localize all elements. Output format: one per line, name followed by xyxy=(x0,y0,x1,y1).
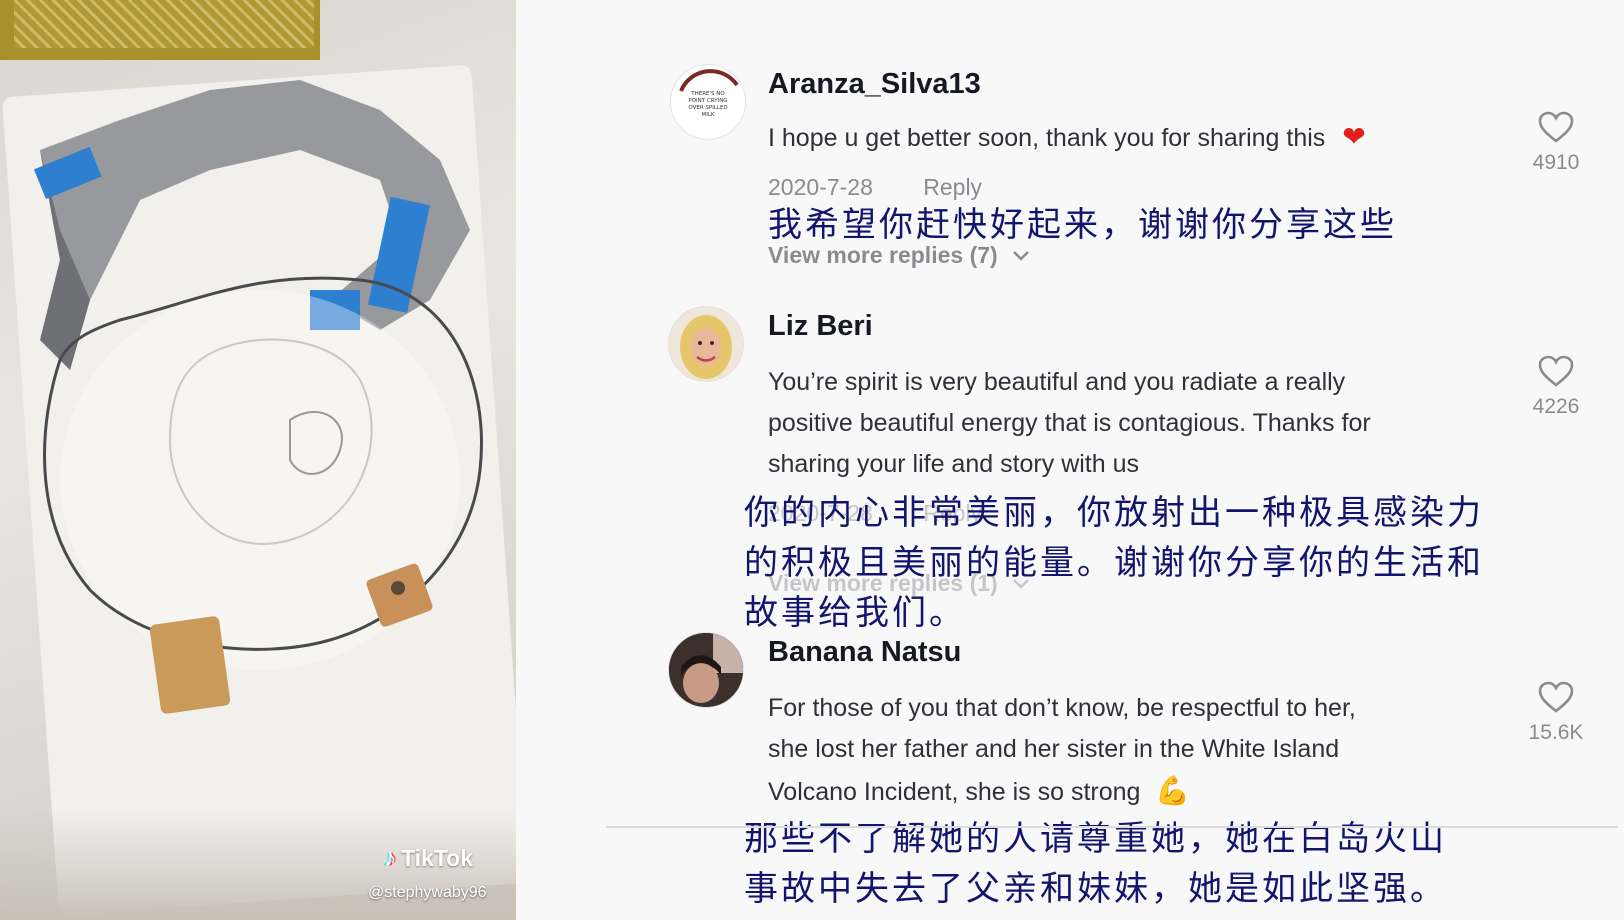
heart-outline-icon xyxy=(1538,111,1574,143)
creator-handle: @stephywaby96 xyxy=(368,884,487,901)
username[interactable]: Banana Natsu xyxy=(768,636,961,669)
reply-button[interactable]: Reply xyxy=(923,174,982,200)
divider xyxy=(606,826,1618,828)
tiktok-brand: TikTok xyxy=(401,845,473,871)
tiktok-logo: ♪ TikTok xyxy=(384,845,473,872)
comment-text: For those of you that don’t know, be res… xyxy=(768,694,1356,806)
tiktok-note-icon: ♪ xyxy=(384,844,396,872)
chinese-translation: 我希望你赶快好起来，谢谢你分享这些 xyxy=(768,205,1397,245)
username[interactable]: Liz Beri xyxy=(768,310,873,343)
chevron-down-icon xyxy=(1012,250,1029,261)
avatar[interactable] xyxy=(668,306,744,382)
red-heart-emoji: ❤ xyxy=(1342,121,1366,152)
avatar[interactable]: THERE'S NO POINT CRYING OVER SPILLED MIL… xyxy=(670,64,746,140)
comment-meta: 2020-7-28 Reply xyxy=(768,174,982,201)
chinese-translation: 那些不了解她的人请尊重她，她在白岛火山 事故中失去了父亲和妹妹，她是如此坚强。 xyxy=(744,819,1447,909)
comment-text: I hope u get better soon, thank you for … xyxy=(768,121,1366,152)
like-count: 4910 xyxy=(1532,151,1580,174)
svg-text:MILK: MILK xyxy=(701,112,714,118)
svg-text:THERE'S NO: THERE'S NO xyxy=(690,91,725,97)
heart-outline-icon xyxy=(1538,681,1574,713)
like-button[interactable]: 4226 xyxy=(1516,354,1596,419)
flexed-biceps-emoji: 💪 xyxy=(1155,775,1191,806)
comment-date: 2020-7-28 xyxy=(768,174,873,200)
comment-text: You’re spirit is very beautiful and you … xyxy=(768,368,1371,478)
video-frame[interactable]: ♪ TikTok @stephywaby96 xyxy=(0,0,516,920)
svg-text:OVER SPILLED: OVER SPILLED xyxy=(688,105,727,111)
comments-panel: THERE'S NO POINT CRYING OVER SPILLED MIL… xyxy=(516,0,1624,920)
like-count: 4226 xyxy=(1532,395,1580,418)
like-button[interactable]: 15.6K xyxy=(1516,680,1596,745)
heart-outline-icon xyxy=(1538,355,1574,387)
svg-text:POINT CRYING: POINT CRYING xyxy=(688,98,727,104)
cpap-mask-illustration xyxy=(33,80,483,714)
chinese-translation: 你的内心非常美丽，你放射出一种极具感染力 的积极且美丽的能量。谢谢你分享你的生活… xyxy=(744,493,1484,633)
like-button[interactable]: 4910 xyxy=(1516,110,1596,175)
avatar[interactable] xyxy=(668,632,744,708)
username[interactable]: Aranza_Silva13 xyxy=(768,68,981,101)
like-count: 15.6K xyxy=(1528,721,1584,744)
